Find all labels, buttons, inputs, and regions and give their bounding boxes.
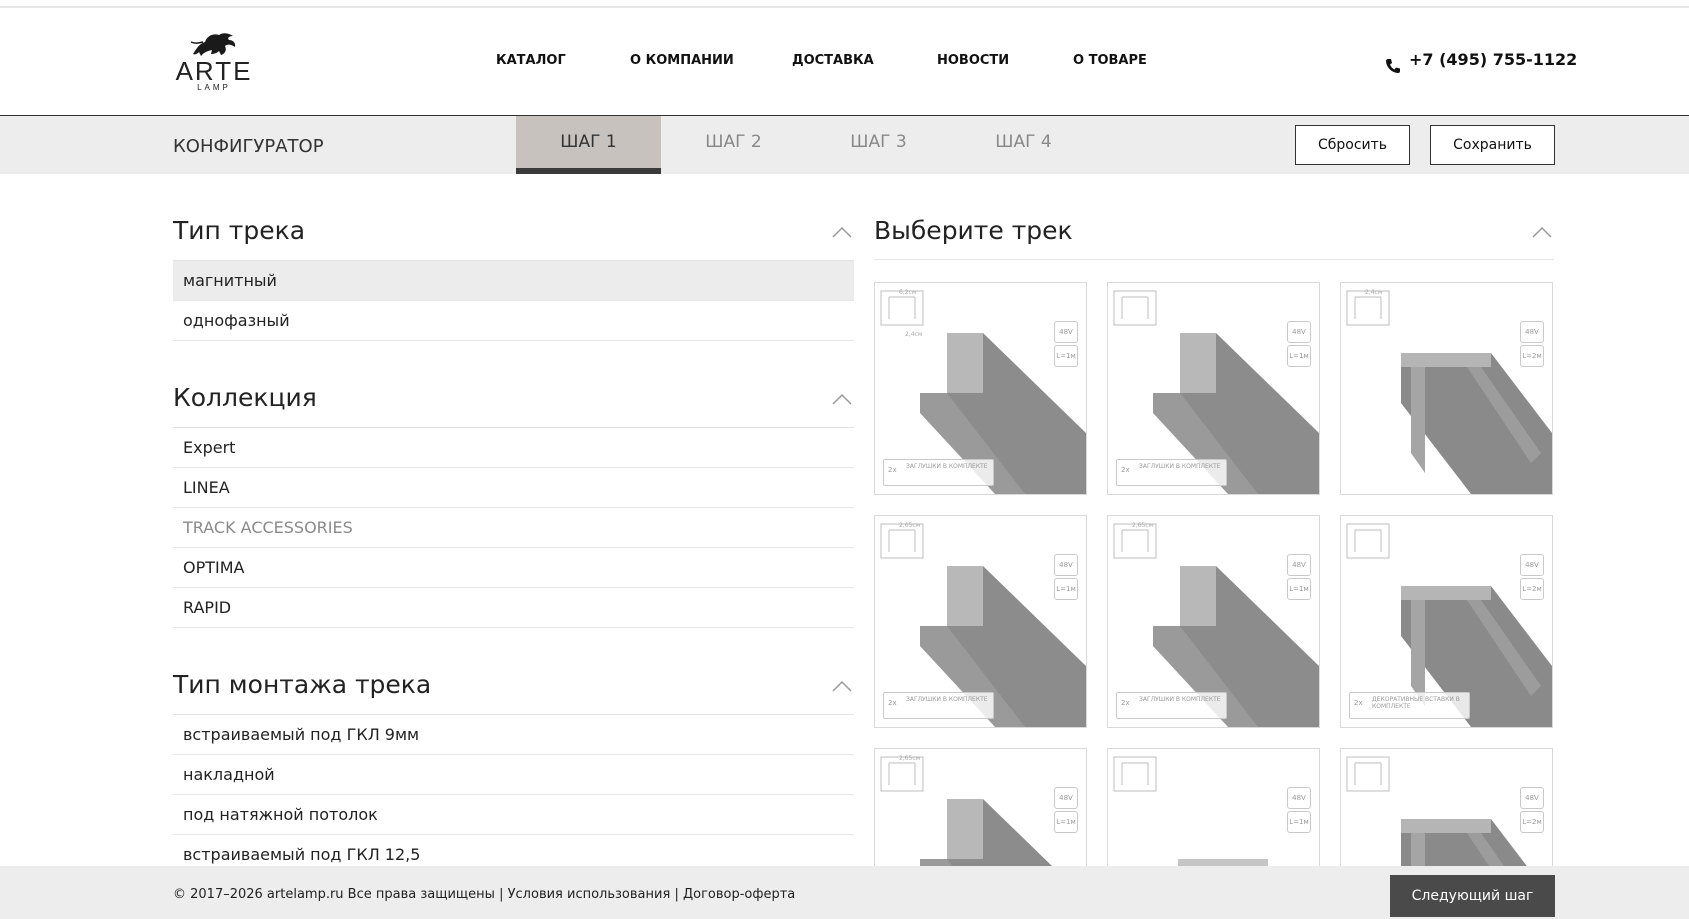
option-mount-type[interactable]: под натяжной потолок	[173, 795, 854, 835]
option-mount-type[interactable]: встраиваемый под ГКЛ 9мм	[173, 715, 854, 755]
track-profile-image	[1346, 290, 1552, 494]
track-card[interactable]: 2,65см 48V L=1м ЗАГЛУШКИ В КОМПЛЕКТЕ 2x	[1107, 515, 1320, 728]
filter-track-type-header[interactable]: Тип трека	[173, 174, 854, 261]
track-card[interactable]: 2,65см 48V L=1м ЗАГЛУШКИ В КОМПЛЕКТЕ 2x	[874, 515, 1087, 728]
phone-icon	[1386, 59, 1400, 73]
chevron-up-icon[interactable]	[1532, 226, 1552, 238]
nav-product-info[interactable]: О ТОВАРЕ	[1073, 53, 1147, 68]
included-note: ДЕКОРАТИВНЫЕ ВСТАВКИ В КОМПЛЕКТЕ 2x	[1349, 692, 1470, 719]
filters-panel: Тип трека магнитный однофазный Коллекция…	[173, 174, 854, 875]
tab-step-1[interactable]: ШАГ 1	[516, 116, 661, 174]
option-collection[interactable]: RAPID	[173, 588, 854, 628]
spec-badge: 48V	[1054, 787, 1078, 809]
tab-step-3[interactable]: ШАГ 3	[806, 116, 951, 174]
site-footer: © 2017–2026 artelamp.ru Все права защище…	[0, 866, 1689, 919]
spec-badge: L=1м	[1287, 578, 1311, 600]
track-card[interactable]: 2,4см 48V L=2м	[1340, 282, 1553, 495]
filter-mount-type-header[interactable]: Тип монтажа трека	[173, 628, 854, 715]
spec-badge: 48V	[1520, 554, 1544, 576]
dimension-label: 2,65см	[899, 522, 921, 529]
footer-copyright-line: © 2017–2026 artelamp.ru Все права защище…	[173, 887, 795, 902]
filter-collection-header[interactable]: Коллекция	[173, 341, 854, 428]
footer-separator: |	[674, 887, 679, 902]
spec-badge: L=1м	[1054, 811, 1078, 833]
spec-badge: 48V	[1054, 321, 1078, 343]
quantity-marker: 2x	[888, 466, 897, 474]
option-collection[interactable]: OPTIMA	[173, 548, 854, 588]
track-card[interactable]: 6,2см 2,4см 48V L=1м ЗАГЛУШКИ В КОМПЛЕКТЕ 2x	[874, 282, 1087, 495]
site-header: ARTE LAMP КАТАЛОГ О КОМПАНИИ ДОСТАВКА НО…	[0, 8, 1689, 116]
dimension-label: 2,65см	[1132, 522, 1154, 529]
terms-link[interactable]: Условия использования	[508, 887, 671, 902]
spec-badge: L=1м	[1287, 811, 1311, 833]
chevron-up-icon[interactable]	[832, 226, 852, 238]
header-phone[interactable]: +7 (495) 755-1122	[1385, 50, 1578, 73]
reset-button[interactable]: Сбросить	[1295, 125, 1410, 165]
chevron-up-icon[interactable]	[832, 393, 852, 405]
quantity-marker: 2x	[888, 699, 897, 707]
configurator-title: КОНФИГУРАТОР	[173, 136, 324, 157]
dimension-label: 2,4см	[905, 331, 923, 338]
option-track-type[interactable]: магнитный	[173, 261, 854, 301]
spec-badge: L=1м	[1054, 578, 1078, 600]
spec-badge: L=2м	[1520, 578, 1544, 600]
spec-badge: 48V	[1287, 787, 1311, 809]
option-mount-type[interactable]: накладной	[173, 755, 854, 795]
dimension-label: 2,4см	[1365, 289, 1383, 296]
option-collection[interactable]: Expert	[173, 428, 854, 468]
footer-separator: |	[499, 887, 504, 902]
next-step-button[interactable]: Следующий шаг	[1390, 875, 1555, 917]
spec-badge: 48V	[1520, 321, 1544, 343]
option-collection[interactable]: LINEA	[173, 468, 854, 508]
spec-badge: 48V	[1054, 554, 1078, 576]
included-note: ЗАГЛУШКИ В КОМПЛЕКТЕ 2x	[883, 459, 994, 486]
tab-step-2[interactable]: ШАГ 2	[661, 116, 806, 174]
option-track-type[interactable]: однофазный	[173, 301, 854, 341]
copyright-text: © 2017–2026 artelamp.ru Все права защище…	[173, 887, 495, 902]
dimension-label: 6,2см	[899, 289, 917, 296]
track-card[interactable]: 48V L=2м ДЕКОРАТИВНЫЕ ВСТАВКИ В КОМПЛЕКТЕ 2…	[1340, 515, 1553, 728]
filter-mount-type-title: Тип монтажа трека	[173, 670, 432, 699]
track-card[interactable]: 48V L=1м ЗАГЛУШКИ В КОМПЛЕКТЕ 2x	[1107, 282, 1320, 495]
included-note: ЗАГЛУШКИ В КОМПЛЕКТЕ 2x	[1116, 692, 1227, 719]
lion-icon	[190, 33, 236, 56]
chevron-up-icon[interactable]	[832, 680, 852, 692]
spec-badge: L=1м	[1287, 345, 1311, 367]
tab-step-4[interactable]: ШАГ 4	[951, 116, 1096, 174]
tracks-panel: Выберите трек 6,2см 2,4см 48V L=1м ЗАГЛУШКИ …	[874, 174, 1554, 866]
save-button[interactable]: Сохранить	[1430, 125, 1555, 165]
phone-number: +7 (495) 755-1122	[1409, 50, 1578, 69]
nav-catalog[interactable]: КАТАЛОГ	[496, 53, 566, 68]
tracks-title: Выберите трек	[874, 216, 1073, 245]
nav-news[interactable]: НОВОСТИ	[937, 53, 1009, 68]
logo-wordmark: ARTE	[175, 56, 253, 86]
quantity-marker: 2x	[1121, 466, 1130, 474]
included-note: ЗАГЛУШКИ В КОМПЛЕКТЕ 2x	[883, 692, 994, 719]
quantity-marker: 2x	[1121, 699, 1130, 707]
track-card[interactable]: 48V L=2м	[1340, 748, 1553, 866]
configurator-bar: КОНФИГУРАТОР ШАГ 1 ШАГ 2 ШАГ 3 ШАГ 4 Сбр…	[0, 116, 1689, 174]
dimension-label: 2,65см	[899, 755, 921, 762]
spec-badge: 48V	[1287, 321, 1311, 343]
track-card[interactable]: 48V L=1м	[1107, 748, 1320, 866]
site-logo[interactable]: ARTE LAMP	[173, 30, 255, 100]
offer-link[interactable]: Договор-оферта	[683, 887, 795, 902]
spec-badge: L=1м	[1054, 345, 1078, 367]
filter-collection-title: Коллекция	[173, 383, 317, 412]
track-card[interactable]: 2,65см 48V L=1м	[874, 748, 1087, 866]
option-collection: TRACK ACCESSORIES	[173, 508, 854, 548]
included-note: ЗАГЛУШКИ В КОМПЛЕКТЕ 2x	[1116, 459, 1227, 486]
filter-track-type-title: Тип трека	[173, 216, 306, 245]
tracks-divider	[874, 259, 1554, 260]
spec-badge: L=2м	[1520, 811, 1544, 833]
nav-about[interactable]: О КОМПАНИИ	[630, 53, 734, 68]
quantity-marker: 2x	[1354, 699, 1363, 707]
spec-badge: 48V	[1287, 554, 1311, 576]
spec-badge: L=2м	[1520, 345, 1544, 367]
spec-badge: 48V	[1520, 787, 1544, 809]
nav-delivery[interactable]: ДОСТАВКА	[792, 53, 874, 68]
